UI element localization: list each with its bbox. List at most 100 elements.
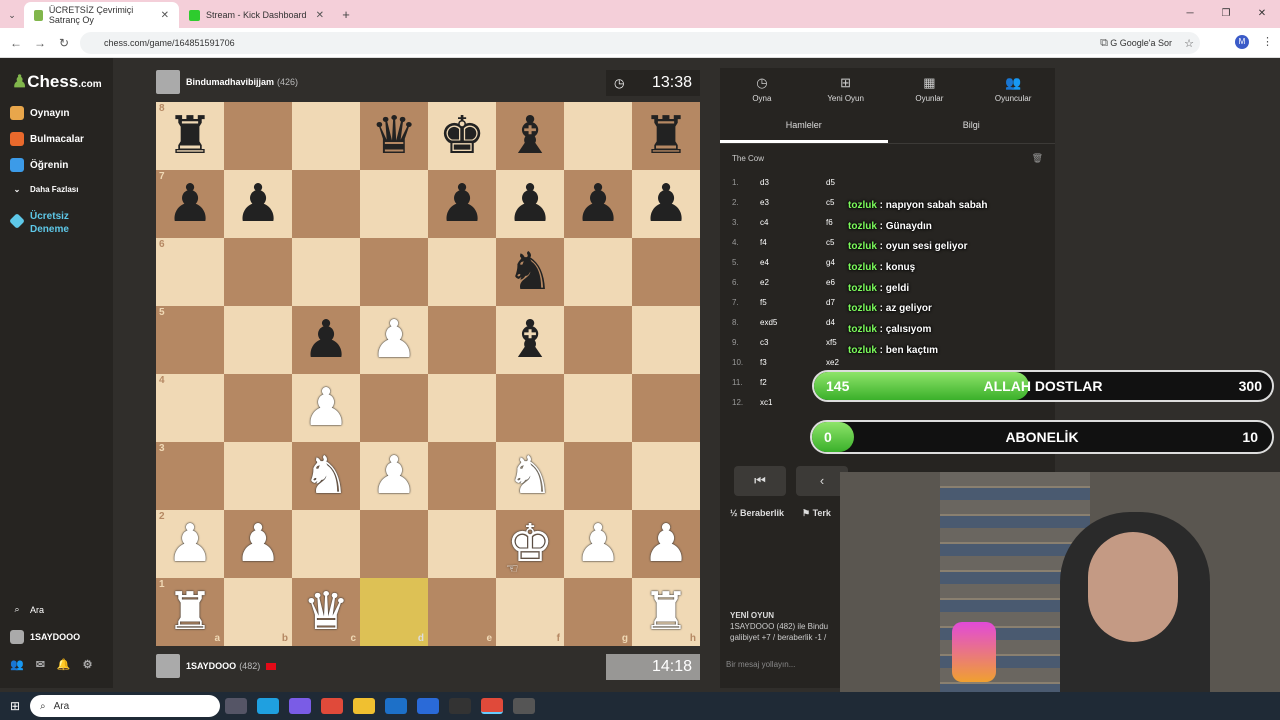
black-knight-piece[interactable]: ♞ <box>507 246 554 298</box>
board-square-b1[interactable]: b <box>224 578 292 646</box>
white-knight-piece[interactable]: ♞ <box>303 450 350 502</box>
board-square-g7[interactable]: ♟ <box>564 170 632 238</box>
board-square-h8[interactable]: ♜ <box>632 102 700 170</box>
board-square-f3[interactable]: ♞ <box>496 442 564 510</box>
board-square-e7[interactable]: ♟ <box>428 170 496 238</box>
board-square-a7[interactable]: 7 ♟ <box>156 170 224 238</box>
outlook-icon[interactable] <box>385 698 407 714</box>
bottom-player-name[interactable]: 1SAYDOOO <box>186 661 236 671</box>
black-pawn-piece[interactable]: ♟ <box>235 178 282 230</box>
install-app-icon[interactable]: ⧉ <box>1100 37 1108 50</box>
white-pawn-piece[interactable]: ♟ <box>167 518 214 570</box>
black-pawn-piece[interactable]: ♟ <box>507 178 554 230</box>
close-window-icon[interactable]: ✕ <box>1244 0 1280 28</box>
black-pawn-piece[interactable]: ♟ <box>303 314 350 366</box>
top-player-avatar[interactable] <box>156 70 180 94</box>
board-square-b5[interactable] <box>224 306 292 374</box>
black-king-piece[interactable]: ♚ <box>439 110 486 162</box>
bell-icon[interactable]: 🔔 <box>57 658 71 671</box>
white-move[interactable]: xc1 <box>760 398 826 407</box>
black-queen-piece[interactable]: ♛ <box>371 110 418 162</box>
board-square-c2[interactable] <box>292 510 360 578</box>
board-square-g3[interactable] <box>564 442 632 510</box>
board-square-g5[interactable] <box>564 306 632 374</box>
white-move[interactable]: f5 <box>760 298 826 307</box>
board-square-d4[interactable] <box>360 374 428 442</box>
board-square-c1[interactable]: c ♛ <box>292 578 360 646</box>
black-pawn-piece[interactable]: ♟ <box>575 178 622 230</box>
board-square-f7[interactable]: ♟ <box>496 170 564 238</box>
white-move[interactable]: e2 <box>760 278 826 287</box>
board-square-b3[interactable] <box>224 442 292 510</box>
board-square-e8[interactable]: ♚ <box>428 102 496 170</box>
chesscom-logo[interactable]: ♟Chess.com <box>12 72 102 92</box>
resign-button[interactable]: ⚑ Terk <box>802 508 831 519</box>
board-square-h2[interactable]: ♟ <box>632 510 700 578</box>
chrome-icon[interactable] <box>321 698 343 714</box>
bottom-player-avatar[interactable] <box>156 654 180 678</box>
new-tab-plus-icon[interactable]: + <box>334 2 358 28</box>
black-pawn-piece[interactable]: ♟ <box>167 178 214 230</box>
tab-players[interactable]: 👥 Oyuncular <box>971 68 1055 110</box>
white-knight-piece[interactable]: ♞ <box>507 450 554 502</box>
black-pawn-piece[interactable]: ♟ <box>643 178 690 230</box>
board-square-g4[interactable] <box>564 374 632 442</box>
board-square-f4[interactable] <box>496 374 564 442</box>
board-square-c8[interactable] <box>292 102 360 170</box>
board-square-f6[interactable]: ♞ <box>496 238 564 306</box>
sidebar-item-puzzles[interactable]: Bulmacalar <box>10 132 84 146</box>
white-move[interactable]: c4 <box>760 218 826 227</box>
top-player-name[interactable]: Bindumadhavibijjam <box>186 77 274 87</box>
board-square-e2[interactable] <box>428 510 496 578</box>
board-square-b2[interactable]: ♟ <box>224 510 292 578</box>
board-square-e5[interactable] <box>428 306 496 374</box>
board-square-d5[interactable]: ♟ <box>360 306 428 374</box>
white-pawn-piece[interactable]: ♟ <box>235 518 282 570</box>
board-square-d8[interactable]: ♛ <box>360 102 428 170</box>
board-square-d2[interactable] <box>360 510 428 578</box>
board-square-g8[interactable] <box>564 102 632 170</box>
board-square-e4[interactable] <box>428 374 496 442</box>
board-square-a6[interactable]: 6 <box>156 238 224 306</box>
black-bishop-piece[interactable]: ♝ <box>507 314 554 366</box>
board-square-a5[interactable]: 5 <box>156 306 224 374</box>
store-icon[interactable] <box>417 698 439 714</box>
board-square-a4[interactable]: 4 <box>156 374 224 442</box>
board-square-d6[interactable] <box>360 238 428 306</box>
board-square-g2[interactable]: ♟ <box>564 510 632 578</box>
trash-icon[interactable]: 🗑 <box>1032 153 1043 164</box>
forward-arrow-icon[interactable]: → <box>28 36 52 50</box>
board-square-c3[interactable]: ♞ <box>292 442 360 510</box>
obs-icon[interactable] <box>449 698 471 714</box>
tab-games[interactable]: ▦ Oyunlar <box>888 68 972 110</box>
board-square-c6[interactable] <box>292 238 360 306</box>
white-queen-piece[interactable]: ♛ <box>303 586 350 638</box>
board-square-c4[interactable]: ♟ <box>292 374 360 442</box>
board-square-h7[interactable]: ♟ <box>632 170 700 238</box>
white-move[interactable]: f3 <box>760 358 826 367</box>
sidebar-item-play[interactable]: Oynayın <box>10 106 69 120</box>
board-square-a1[interactable]: 1 a ♜ <box>156 578 224 646</box>
nav-first-button[interactable]: ⏮ <box>734 466 786 496</box>
board-square-d3[interactable]: ♟ <box>360 442 428 510</box>
board-square-f1[interactable]: f <box>496 578 564 646</box>
sidebar-user[interactable]: 1SAYDOOO <box>10 630 80 644</box>
board-square-h5[interactable] <box>632 306 700 374</box>
white-move[interactable]: d3 <box>760 178 826 187</box>
reload-icon[interactable]: ↻ <box>52 36 76 50</box>
board-square-h1[interactable]: h ♜ <box>632 578 700 646</box>
board-square-c5[interactable]: ♟ <box>292 306 360 374</box>
white-pawn-piece[interactable]: ♟ <box>575 518 622 570</box>
black-pawn-piece[interactable]: ♟ <box>439 178 486 230</box>
minimize-icon[interactable]: ─ <box>1172 0 1208 28</box>
settings-icon[interactable] <box>513 698 535 714</box>
chess-board[interactable]: 8 ♜ ♛ ♚ ♝ ♜ 7 ♟ ♟ ♟ ♟ ♟ ♟ 6 ♞ 5 ♟ ♟ ♝ 4 ♟ 3 ♞ ♟ ♞ 2 ♟ ♟ ♚ ♟ ♟ 1 a ♜ b c ♛ d e f… <box>156 102 700 646</box>
google-ask-button[interactable]: G Google'a Sor <box>1110 38 1172 48</box>
board-square-d1[interactable]: d <box>360 578 428 646</box>
board-square-g6[interactable] <box>564 238 632 306</box>
white-pawn-piece[interactable]: ♟ <box>371 314 418 366</box>
opening-name[interactable]: The Cow <box>732 154 764 163</box>
browser-tab-chess[interactable]: ÜCRETSİZ Çevrimiçi Satranç Oy ✕ <box>24 2 179 28</box>
gear-icon[interactable]: ⚙ <box>83 658 93 671</box>
close-tab-icon[interactable]: ✕ <box>316 10 324 21</box>
